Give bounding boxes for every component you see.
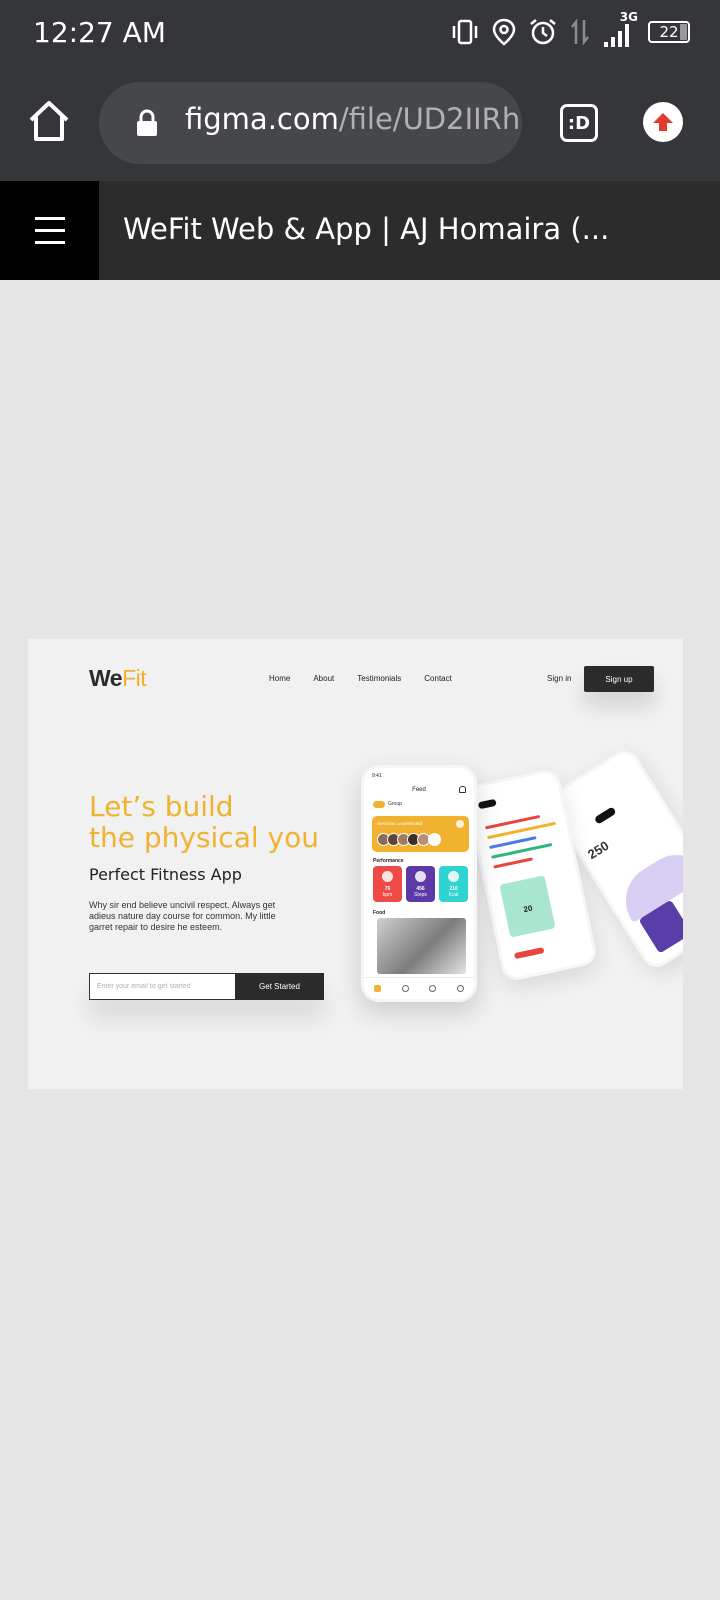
tab-switcher-button[interactable]: :D	[560, 104, 598, 142]
figma-header: WeFit Web & App | AJ Homaira (...	[0, 181, 720, 280]
update-arrow-icon	[653, 113, 673, 131]
network-type: 3G	[619, 10, 638, 24]
battery-icon: 22	[648, 21, 690, 43]
location-icon	[492, 18, 516, 46]
bell-icon	[459, 786, 466, 793]
signal-icon: 3G	[602, 10, 638, 49]
url-domain: figma.com	[185, 102, 339, 136]
update-button[interactable]	[643, 102, 683, 142]
design-frame[interactable]: WeFit Home About Testimonials Contact Si…	[28, 639, 683, 1089]
email-signup-form: Get Started	[89, 973, 324, 1000]
sign-up-button[interactable]: Sign up	[584, 666, 654, 692]
email-field[interactable]	[89, 973, 235, 1000]
figma-canvas[interactable]: WeFit Home About Testimonials Contact Si…	[0, 280, 720, 1600]
nav-testimonials[interactable]: Testimonials	[357, 674, 401, 683]
data-arrows-icon	[571, 18, 589, 46]
lock-icon	[137, 109, 157, 136]
nav-about[interactable]: About	[313, 674, 334, 683]
vibrate-icon	[452, 19, 478, 45]
hero-headline: Let’s build the physical you	[89, 790, 319, 854]
file-title: WeFit Web & App | AJ Homaira (...	[123, 212, 610, 246]
tab-switcher-label: :D	[567, 112, 591, 134]
menu-button[interactable]	[0, 181, 99, 280]
wefit-logo: WeFit	[89, 665, 147, 691]
url-path: /file/UD2IIRhUI	[338, 102, 522, 136]
phone-mockup-main: 9:41 Feed Group Sessions Leaderboard Per…	[361, 765, 477, 1002]
browser-toolbar: figma.com/file/UD2IIRhUI :D	[0, 66, 720, 181]
alarm-icon	[530, 19, 556, 45]
home-icon	[29, 101, 69, 141]
get-started-button[interactable]: Get Started	[235, 973, 324, 1000]
battery-level: 22	[659, 23, 679, 41]
status-icons: 3G 22	[450, 10, 690, 50]
home-button[interactable]	[26, 98, 72, 144]
nav-contact[interactable]: Contact	[424, 674, 452, 683]
sign-in-link[interactable]: Sign in	[547, 674, 571, 683]
wefit-nav: Home About Testimonials Contact	[269, 674, 452, 683]
address-bar[interactable]: figma.com/file/UD2IIRhUI	[99, 82, 522, 164]
hero-subheading: Perfect Fitness App	[89, 865, 242, 884]
status-bar: 12:27 AM 3G 22	[0, 0, 720, 66]
nav-home[interactable]: Home	[269, 674, 290, 683]
hero-description: Why sir end believe uncivil respect. Alw…	[89, 900, 276, 932]
url-text: figma.com/file/UD2IIRhUI	[185, 102, 522, 136]
status-time: 12:27 AM	[33, 16, 166, 49]
